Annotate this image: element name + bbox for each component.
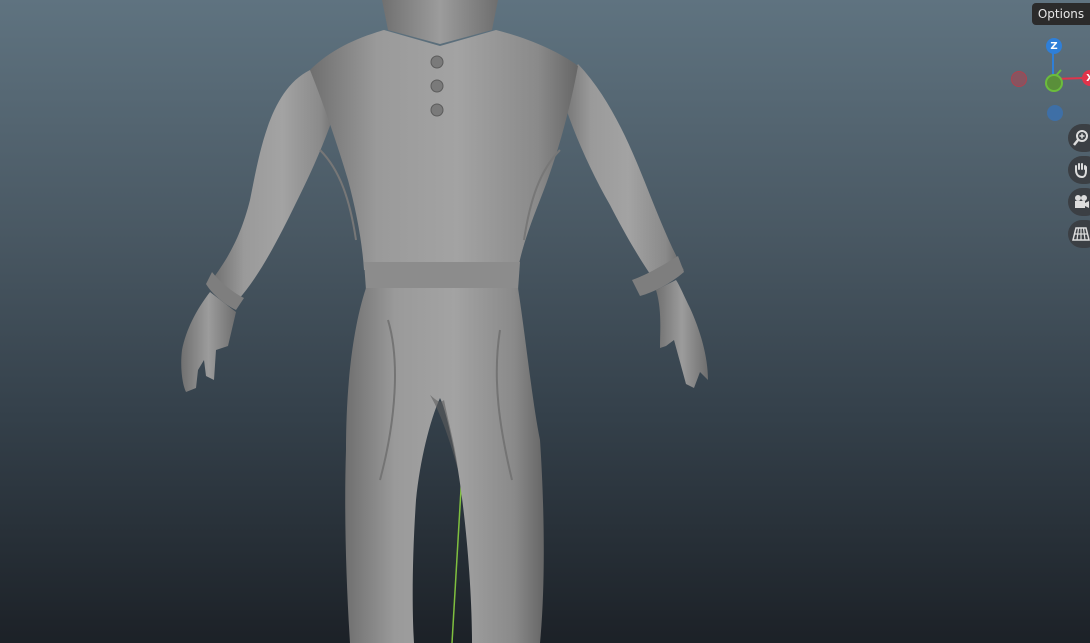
waistband xyxy=(364,262,520,290)
right-sleeve xyxy=(560,64,684,288)
3d-viewport[interactable]: Options Z X xyxy=(0,0,1090,643)
shirt-button xyxy=(430,103,444,117)
shirt-button xyxy=(430,79,444,93)
zoom-in-icon xyxy=(1073,130,1088,146)
navigation-toolbar xyxy=(1068,124,1090,252)
hand-icon xyxy=(1075,163,1087,179)
neg-z-axis-icon[interactable] xyxy=(1047,105,1063,121)
y-axis-icon[interactable] xyxy=(1045,74,1063,92)
zoom-button[interactable] xyxy=(1068,124,1090,152)
z-axis-icon[interactable]: Z xyxy=(1046,38,1062,54)
camera-button[interactable] xyxy=(1068,188,1090,216)
sculpt-model xyxy=(181,0,708,643)
neg-x-axis-icon[interactable] xyxy=(1011,71,1027,87)
navigation-gizmo[interactable]: Z X xyxy=(1005,32,1090,127)
right-hand xyxy=(656,280,708,388)
shirt-button xyxy=(430,55,444,69)
trousers xyxy=(345,288,544,643)
shirt xyxy=(310,30,578,270)
options-button[interactable]: Options xyxy=(1032,3,1090,25)
left-sleeve xyxy=(212,70,340,300)
camera-icon xyxy=(1075,195,1089,208)
left-hand xyxy=(181,292,236,392)
perspective-button[interactable] xyxy=(1068,220,1090,248)
grid-icon xyxy=(1072,227,1090,241)
pan-button[interactable] xyxy=(1068,156,1090,184)
